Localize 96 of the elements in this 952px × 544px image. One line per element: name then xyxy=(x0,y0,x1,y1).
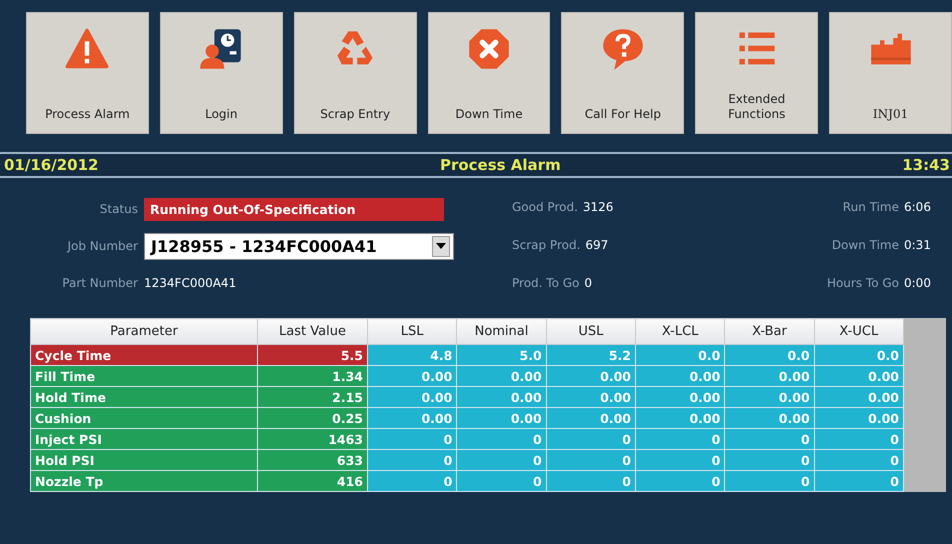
toolbar-button[interactable]: Login xyxy=(160,12,283,134)
table-cell: 0 xyxy=(368,428,457,450)
stat-value: 6:06 xyxy=(904,200,932,214)
person-clock-icon xyxy=(199,27,244,71)
table-cell: Hold PSI xyxy=(30,450,258,470)
table-cell: 0.00 xyxy=(546,408,636,428)
column-header: X-LCL xyxy=(635,318,725,344)
table-cell: 0 xyxy=(724,470,814,492)
table-cell: 0 xyxy=(546,428,636,450)
table-cell: 0.00 xyxy=(635,386,725,408)
time-text: 13:43 xyxy=(902,156,950,174)
table-cell: 0 xyxy=(368,470,457,492)
stat-label: Down Time xyxy=(832,238,899,252)
column-header: USL xyxy=(546,318,636,344)
table-cell: 0 xyxy=(368,450,457,470)
table-cell: 416 xyxy=(258,470,368,492)
table-cell: 0.00 xyxy=(635,408,725,428)
table-cell: 0.00 xyxy=(368,366,457,386)
table-cell: Nozzle Tp xyxy=(30,470,258,492)
table-cell: 0.00 xyxy=(546,386,636,408)
table-cell: 0 xyxy=(456,470,546,492)
table-cell: Cushion xyxy=(30,408,258,428)
column-header: Nominal xyxy=(456,318,546,344)
table-cell: 0 xyxy=(546,470,636,492)
column-header: LSL xyxy=(368,318,457,344)
table-cell: 2.15 xyxy=(258,386,368,408)
screen-title: Process Alarm xyxy=(440,156,561,174)
question-bubble-icon xyxy=(600,27,645,71)
table-cell: 5.0 xyxy=(456,344,546,366)
x-octagon-icon xyxy=(467,27,511,71)
table-cell: 0 xyxy=(635,450,725,470)
table-cell: 0 xyxy=(814,428,904,450)
stat-value: 697 xyxy=(585,238,608,252)
stat-label: Prod. To Go xyxy=(512,276,580,290)
column-header: X-UCL xyxy=(814,318,904,344)
table-cell: 0.00 xyxy=(456,386,546,408)
table-cell: 0 xyxy=(635,470,725,492)
job-number-dropdown[interactable]: J128955 - 1234FC000A41 xyxy=(144,232,454,260)
table-cell: Fill Time xyxy=(30,366,258,386)
toolbar-button[interactable]: INJ01 xyxy=(829,12,952,134)
table-cell: Inject PSI xyxy=(30,428,258,450)
stat-value: 0 xyxy=(584,276,592,290)
table-cell: 0 xyxy=(456,428,546,450)
stat-label: Run Time xyxy=(842,200,899,214)
stat-label: Good Prod. xyxy=(512,200,578,214)
table-cell: 0.0 xyxy=(814,344,904,366)
table-cell: 0 xyxy=(546,450,636,470)
table-cell: 0.0 xyxy=(635,344,725,366)
table-cell: Cycle Time xyxy=(30,344,258,366)
table-cell: 1.34 xyxy=(258,366,368,386)
stat-value: 0:31 xyxy=(904,238,932,252)
table-cell: 5.2 xyxy=(546,344,636,366)
stat-value: 0:00 xyxy=(904,276,932,290)
column-header: Parameter xyxy=(30,318,258,344)
stat-label: Hours To Go xyxy=(826,276,899,290)
table-cell: 0.00 xyxy=(724,366,814,386)
field-label: Part Number xyxy=(61,276,138,290)
column-header: X-Bar xyxy=(724,318,814,344)
table-cell: 0.00 xyxy=(546,366,636,386)
toolbar-button[interactable]: Down Time xyxy=(428,12,550,134)
table-cell: 1463 xyxy=(258,428,368,450)
table-cell: 0 xyxy=(635,428,725,450)
toolbar-button[interactable]: Extended Functions xyxy=(695,12,818,134)
table-cell: 5.5 xyxy=(258,344,368,366)
table-cell: 0.00 xyxy=(814,386,904,408)
table-cell: 0 xyxy=(814,450,904,470)
stat-label: Scrap Prod. xyxy=(512,238,580,252)
table-cell: 0 xyxy=(456,450,546,470)
table-cell: 0.25 xyxy=(258,408,368,428)
date-text: 01/16/2012 xyxy=(4,156,98,174)
warning-icon xyxy=(65,27,110,71)
table-cell: 0 xyxy=(814,470,904,492)
table-cell: 633 xyxy=(258,450,368,470)
table-cell: 0.00 xyxy=(456,408,546,428)
column-header: Last Value xyxy=(258,318,368,344)
table-cell: 0.00 xyxy=(814,408,904,428)
table-cell: 0.00 xyxy=(724,408,814,428)
table-cell: 0.00 xyxy=(456,366,546,386)
table-cell: 0.00 xyxy=(635,366,725,386)
table-cell: Hold Time xyxy=(30,386,258,408)
status-value: Running Out-Of-Specification xyxy=(144,198,444,220)
table-cell: 0 xyxy=(724,428,814,450)
toolbar-button[interactable]: Scrap Entry xyxy=(294,12,417,134)
toolbar-button[interactable]: Call For Help xyxy=(561,12,684,134)
table-cell: 0.00 xyxy=(724,386,814,408)
field-label: Job Number xyxy=(66,239,138,253)
table-cell: 0.00 xyxy=(368,408,457,428)
toolbar-button[interactable]: Process Alarm xyxy=(26,12,149,134)
table-cell: 0 xyxy=(724,450,814,470)
table-cell: 0.00 xyxy=(814,366,904,386)
field-label: Status xyxy=(98,202,138,216)
table-cell: 0.0 xyxy=(724,344,814,366)
table-cell: 4.8 xyxy=(368,344,457,366)
field-value: 1234FC000A41 xyxy=(144,276,236,290)
table-cell: 0.00 xyxy=(368,386,457,408)
stat-value: 3126 xyxy=(582,200,614,214)
